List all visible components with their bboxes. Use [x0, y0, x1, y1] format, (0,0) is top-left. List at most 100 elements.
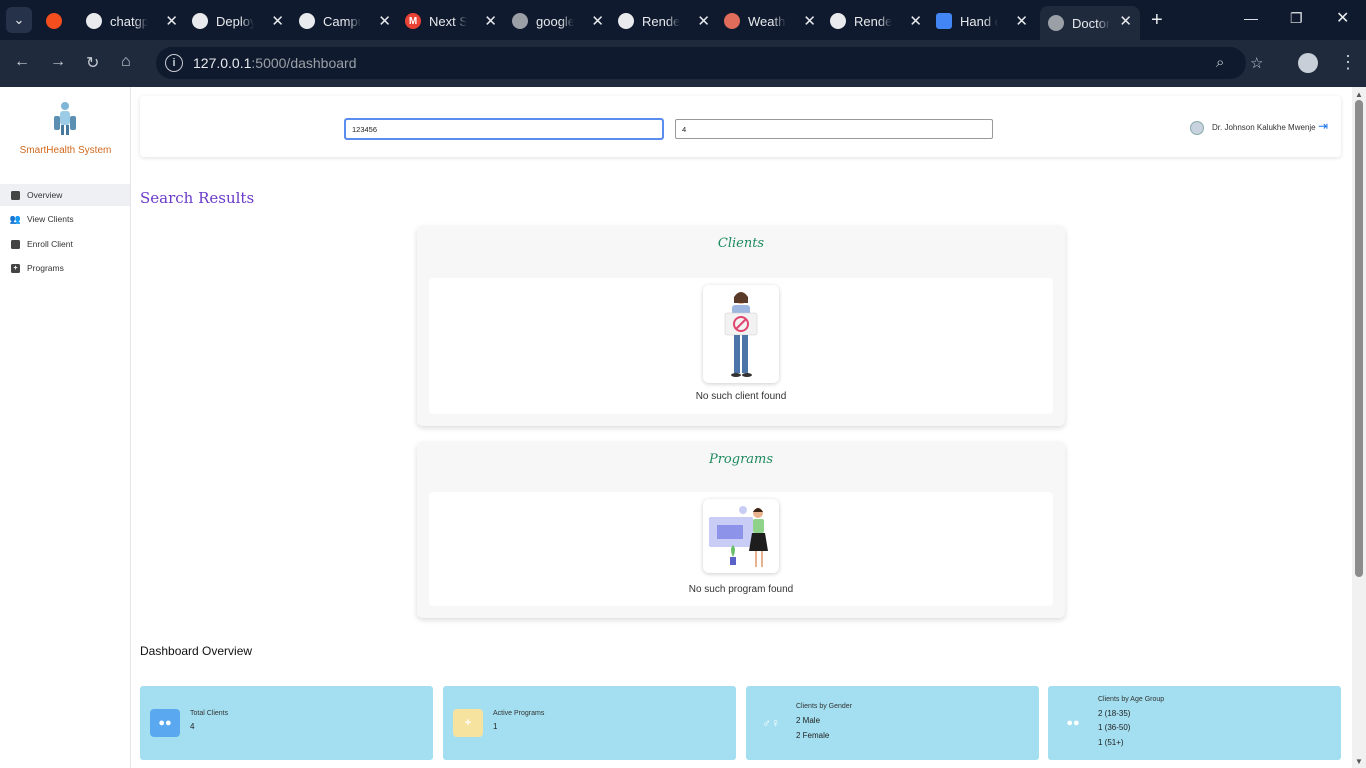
tab-close-icon[interactable]: ✕	[803, 12, 816, 30]
tab-title: Doctor	[1072, 15, 1110, 31]
tab-title: Weath	[748, 13, 786, 29]
users-icon: ●●	[1066, 717, 1080, 729]
top-search-bar: Dr. Johnson Kalukhe Mwenje ⇥	[140, 96, 1341, 157]
tab-doctor-active[interactable]: Doctor ✕	[1040, 6, 1140, 40]
tab-figma[interactable]	[46, 6, 78, 36]
render-icon	[830, 13, 846, 29]
sidebar-item-label: View Clients	[27, 214, 74, 224]
client-search-input[interactable]	[344, 118, 664, 140]
dashboard-overview-title: Dashboard Overview	[140, 644, 253, 658]
scroll-up-icon[interactable]: ▲	[1355, 90, 1363, 99]
tab-title: Deploy	[216, 13, 254, 29]
stat-label: Total Clients	[190, 710, 229, 717]
tab-gmail[interactable]: M Next S ✕	[405, 6, 505, 36]
stat-label: Clients by Age Group	[1098, 696, 1165, 703]
tab-weather[interactable]: Weath ✕	[724, 6, 824, 36]
program-search-input[interactable]	[675, 119, 993, 139]
back-arrow-icon[interactable]: ←	[14, 53, 30, 71]
tab-close-icon[interactable]: ✕	[271, 12, 284, 30]
scrollbar-thumb[interactable]	[1355, 100, 1363, 577]
minimize-icon[interactable]: —	[1244, 10, 1258, 26]
users-icon: ●●	[150, 709, 180, 737]
tab-title: Render	[642, 13, 680, 29]
stat-card-total-clients: ●● Total Clients 4	[140, 686, 433, 760]
bookmark-star-icon[interactable]: ☆	[1250, 54, 1263, 72]
sidebar-item-enroll-client[interactable]: Enroll Client	[0, 233, 130, 255]
tab-title: Campus	[323, 13, 361, 29]
clients-results-body: No such client found	[429, 278, 1053, 414]
weather-icon	[724, 13, 740, 29]
stat-label: Active Programs	[493, 710, 545, 717]
sidebar-item-label: Enroll Client	[27, 239, 73, 249]
no-client-illustration	[703, 285, 779, 383]
browser-tab-bar: ⌄ chatgpt ✕ Deploy ✕ Campus ✕ M Next S ✕…	[0, 0, 1366, 40]
tab-close-icon[interactable]: ✕	[484, 12, 497, 30]
doctor-name: Dr. Johnson Kalukhe Mwenje	[1212, 123, 1316, 132]
clients-results-card: Clients No such client found	[417, 226, 1065, 426]
plus-square-icon: +	[453, 709, 483, 737]
tab-title: chatgpt	[110, 13, 148, 29]
reload-icon[interactable]: ↻	[86, 53, 99, 73]
site-info-icon[interactable]: i	[165, 54, 183, 72]
tab-campus[interactable]: Campus ✕	[299, 6, 399, 36]
no-program-illustration	[703, 499, 779, 573]
tab-title: Next S	[429, 13, 467, 29]
url-text: 127.0.0.1:5000/dashboard	[193, 55, 356, 71]
address-bar[interactable]: i 127.0.0.1:5000/dashboard ⌕ ☆	[156, 47, 1263, 79]
profile-avatar[interactable]	[1298, 53, 1318, 73]
tab-close-icon[interactable]: ✕	[697, 12, 710, 30]
page-scrollbar[interactable]: ▲ ▼	[1352, 87, 1366, 768]
no-program-message: No such program found	[688, 584, 794, 595]
globe-icon	[1048, 15, 1064, 31]
tab-forms[interactable]: Hand o ✕	[936, 6, 1036, 36]
forward-arrow-icon[interactable]: →	[50, 53, 66, 71]
tab-close-icon[interactable]: ✕	[1015, 12, 1028, 30]
stat-value-age-2: 1 (36-50)	[1098, 723, 1131, 732]
sidebar-item-programs[interactable]: + Programs	[0, 257, 130, 279]
home-icon[interactable]: ⌂	[121, 53, 131, 71]
globe-icon	[512, 13, 528, 29]
new-tab-plus-icon[interactable]: +	[1151, 9, 1163, 32]
sidebar-item-overview[interactable]: Overview	[0, 184, 130, 206]
tab-close-icon[interactable]: ✕	[378, 12, 391, 30]
sidebar-item-view-clients[interactable]: 👥 View Clients	[0, 208, 130, 230]
tab-close-icon[interactable]: ✕	[1119, 12, 1132, 30]
tab-close-icon[interactable]: ✕	[591, 12, 604, 30]
programs-card-title: Programs	[708, 452, 774, 467]
clipboard-icon	[11, 239, 20, 249]
tab-search-chevron-icon[interactable]: ⌄	[6, 7, 32, 33]
tab-chatgpt[interactable]: chatgpt ✕	[86, 6, 186, 36]
restore-icon[interactable]: ❐	[1290, 10, 1303, 27]
url-host: 127.0.0.1	[193, 55, 252, 71]
stat-card-gender: ♂♀ Clients by Gender 2 Male 2 Female	[746, 686, 1039, 760]
gender-icon: ♂♀	[762, 716, 780, 730]
sidebar-item-label: Programs	[27, 263, 64, 273]
tab-title: google	[536, 13, 574, 29]
search-results-title: Search Results	[140, 189, 255, 207]
programs-results-body: No such program found	[429, 492, 1053, 606]
tab-title: Render	[854, 13, 892, 29]
url-path: :5000/dashboard	[251, 55, 357, 71]
zoom-icon[interactable]: ⌕	[1216, 54, 1224, 71]
menu-kebab-icon[interactable]: ⋮	[1339, 52, 1357, 73]
tab-close-icon[interactable]: ✕	[909, 12, 922, 30]
stat-value: 1	[493, 722, 498, 731]
tab-close-icon[interactable]: ✕	[165, 12, 178, 30]
logout-icon[interactable]: ⇥	[1318, 119, 1328, 133]
clients-card-title: Clients	[717, 236, 765, 251]
openai-icon	[86, 13, 102, 29]
programs-results-card: Programs No such program found	[417, 442, 1065, 618]
tab-render-2[interactable]: Render ✕	[830, 6, 930, 36]
scroll-down-icon[interactable]: ▼	[1355, 757, 1363, 766]
stat-label: Clients by Gender	[796, 703, 853, 710]
users-icon: 👥	[9, 213, 22, 224]
stat-value-age-3: 1 (51+)	[1098, 738, 1124, 747]
stat-value-male: 2 Male	[796, 716, 821, 725]
no-client-message: No such client found	[695, 391, 787, 402]
tab-google[interactable]: google ✕	[512, 6, 612, 36]
brand-name: SmartHealth System	[19, 145, 112, 156]
tab-deploy[interactable]: Deploy ✕	[192, 6, 292, 36]
stat-card-active-programs: + Active Programs 1	[443, 686, 736, 760]
window-close-icon[interactable]: ✕	[1336, 8, 1349, 28]
tab-render[interactable]: Render ✕	[618, 6, 718, 36]
